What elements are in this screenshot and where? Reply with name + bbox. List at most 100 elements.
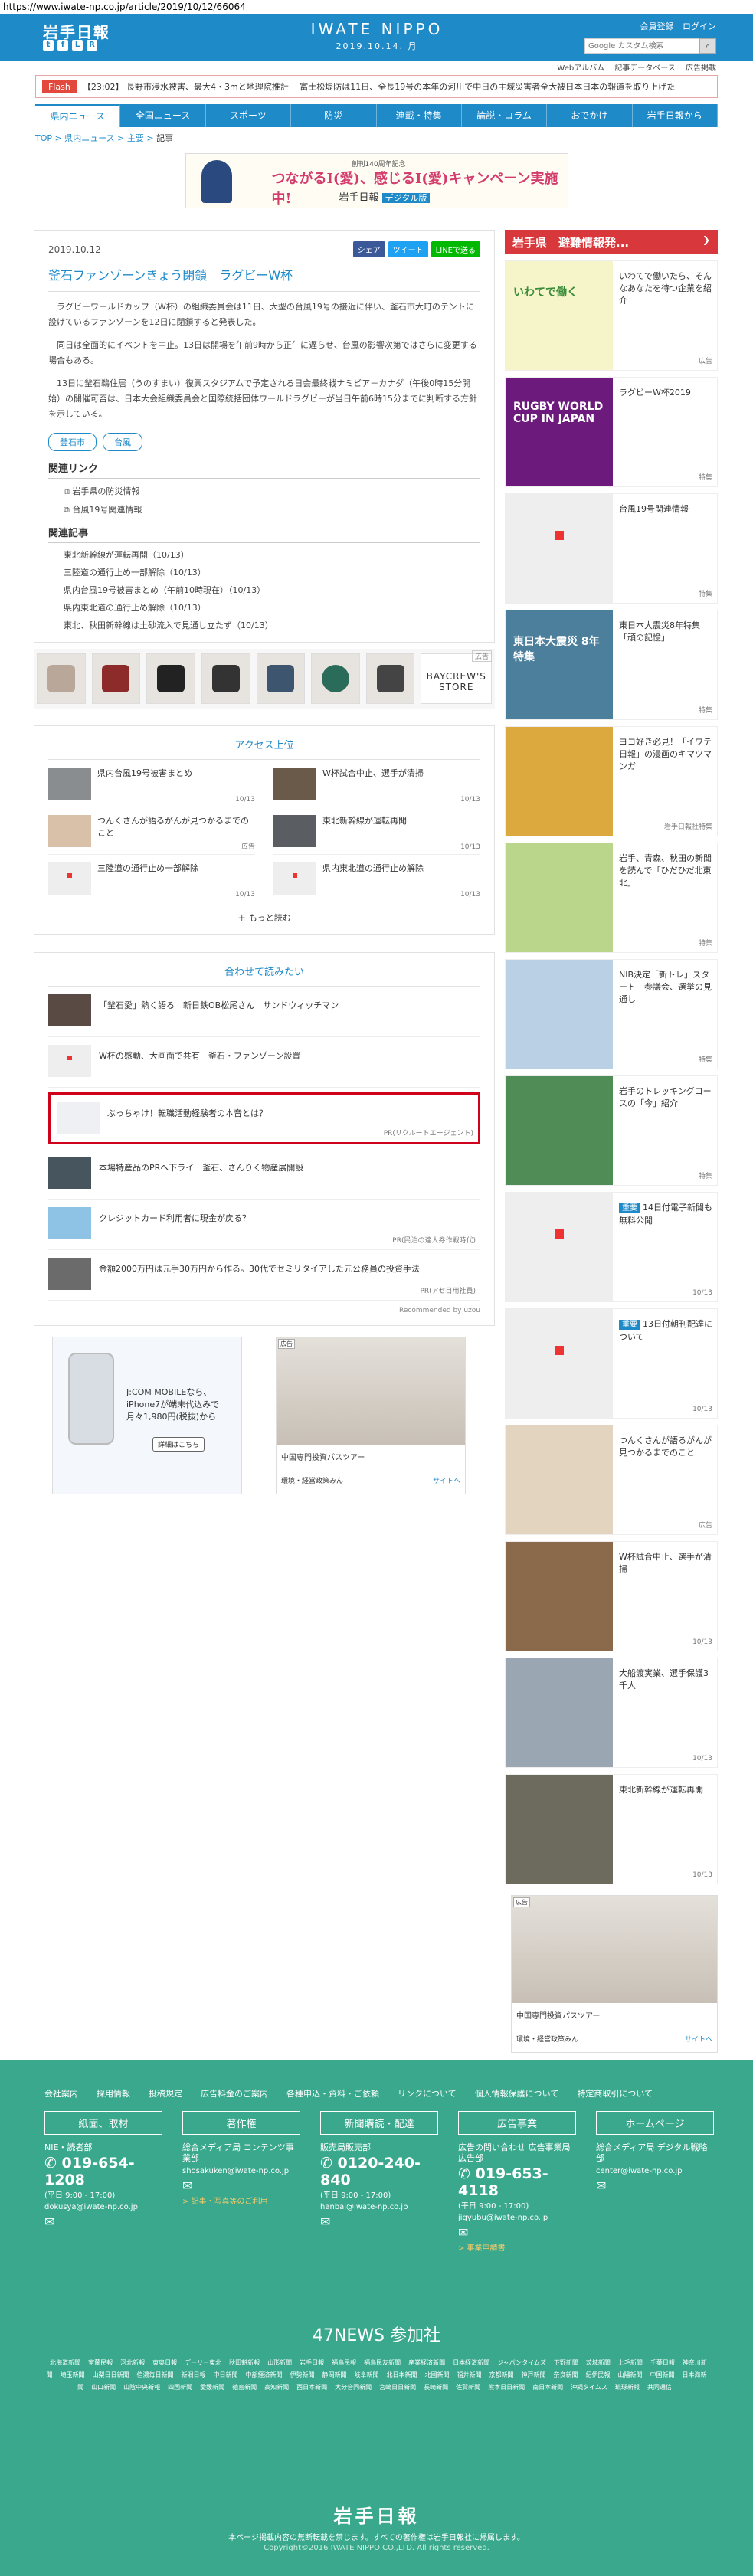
sidebar-item[interactable]: 東日本大震災 8年特集 東日本大震災8年特集「頑の記憶」 特集 [505,610,718,720]
news47-member-link[interactable]: 新潟日報 [182,2371,206,2378]
news47-member-link[interactable]: 福島民報 [332,2359,356,2366]
recommended-item[interactable]: クレジットカード利用者に現金が戻る？ PR(民泊の達人券作戦時代) [48,1200,480,1250]
contact-extra-link[interactable]: > 記事・写真等のご利用 [182,2195,300,2206]
news47-member-link[interactable]: 河北新報 [120,2359,145,2366]
product-thumb[interactable] [91,653,141,704]
news47-member-link[interactable]: 神戸新聞 [522,2371,546,2378]
sidebar-item[interactable]: NIB決定「新トレ」スタート 参議会、選挙の見通し 特集 [505,959,718,1069]
news47-member-link[interactable]: 岩手日報 [300,2359,324,2366]
twitter-icon[interactable]: t [43,40,54,51]
news47-member-link[interactable]: 琉球新報 [615,2384,640,2391]
mail-icon[interactable]: ✉ [458,2225,576,2240]
login-link[interactable]: ログイン [683,21,716,31]
ranking-item[interactable]: 県内東北道の通行止め解除 10/13 [273,855,480,902]
crumb-local[interactable]: 県内ニュース [64,133,114,143]
news47-member-link[interactable]: 愛媛新聞 [200,2384,224,2391]
sidebar-item[interactable]: ヨコ好き必見！「イワテ日報」の漫画のキマツマンガ 岩手日報社特集 [505,726,718,836]
contact-phone[interactable]: ✆ 019-654-1208 [44,2155,162,2188]
twitter-share-button[interactable]: ツイート [388,241,428,257]
news47-member-link[interactable]: 徳島新聞 [232,2384,257,2391]
jcom-detail-button[interactable]: 詳細はこちら [152,1437,205,1452]
contact-email[interactable]: shosakuken@iwate-np.co.jp [182,2167,300,2175]
product-thumb[interactable] [37,653,86,704]
news47-member-link[interactable]: 長崎新聞 [424,2384,448,2391]
recommended-item[interactable]: 「釜石愛」熱く語る 新日鉄OB松尾さん サンドウィッチマン [48,987,480,1037]
news47-member-link[interactable]: 秋田魁新報 [229,2359,260,2366]
news47-member-link[interactable]: 中日新聞 [214,2371,238,2378]
facebook-share-button[interactable]: シェア [352,241,385,257]
recommended-item-highlighted[interactable]: ぶっちゃけ！転職活動経験者の本音とは？ PR(リクルートエージェント) [48,1092,480,1144]
site-logo[interactable]: 岩手日報 [43,20,110,42]
product-thumb[interactable] [365,653,415,704]
sidebar-item[interactable]: つんくさんが語るがんが見つかるまでのこと 広告 [505,1425,718,1535]
recommended-item[interactable]: 本場特産品のPRへ下ライ 釜石、さんりく物産展開設 [48,1149,480,1200]
news47-member-link[interactable]: 日本経済新聞 [453,2359,489,2366]
footer-link[interactable]: 投稿規定 [149,2089,182,2099]
sidebar-item[interactable]: 大船渡実業、選手保護3千人 10/13 [505,1658,718,1768]
news47-member-link[interactable]: 宮崎日日新聞 [379,2384,416,2391]
news47-member-link[interactable]: 沖縄タイムス [571,2384,607,2391]
sidebar-item[interactable]: RUGBY WORLD CUP IN JAPAN ラグビーW杯2019 特集 [505,377,718,487]
tag-kamaishi[interactable]: 釜石市 [48,433,97,451]
sidebar-item[interactable]: 岩手、青森、秋田の新聞を読んで「ひだひだ北東北」 特集 [505,843,718,953]
related-link[interactable]: 台風19号関連情報 [64,503,480,516]
news47-member-link[interactable]: 高知新聞 [264,2384,289,2391]
mail-icon[interactable]: ✉ [182,2178,300,2193]
contact-phone[interactable]: ✆ 0120-240-840 [320,2155,438,2188]
nav-sports[interactable]: スポーツ [206,104,292,127]
flash-text[interactable]: 【23:02】 長野市浸水被害、最大4・3mと地理院推計 富士松堤防は11日、全… [83,80,675,93]
product-thumb[interactable] [146,653,195,704]
news47-member-link[interactable]: 中国新聞 [650,2371,675,2378]
nav-features[interactable]: 連載・特集 [377,104,462,127]
news47-member-link[interactable]: 山陰中央新報 [123,2384,160,2391]
news47-member-link[interactable]: デーリー東北 [185,2359,221,2366]
product-thumb[interactable] [201,653,250,704]
footer-link[interactable]: 採用情報 [97,2089,130,2099]
news47-member-link[interactable]: 京都新聞 [489,2371,514,2378]
ranking-item[interactable]: W杯試合中止、選手が清掃 10/13 [273,760,480,807]
recommended-item[interactable]: 金額2000万円は元手30万円から作る。30代でセミリタイアした元公務員の投資手… [48,1250,480,1301]
ad-link[interactable]: 広告掲載 [686,64,716,73]
crumb-top[interactable]: TOP [35,133,52,143]
sidebar-item[interactable]: W杯試合中止、選手が清掃 10/13 [505,1541,718,1651]
mail-icon[interactable]: ✉ [320,2214,438,2229]
address-bar[interactable]: https://www.iwate-np.co.jp/article/2019/… [0,0,753,14]
sidebar-item[interactable]: いわてで働く いわてで働いたら、そんなあなたを待つ企業を紹介 広告 [505,260,718,371]
nav-columns[interactable]: 論説・コラム [462,104,548,127]
recommended-by[interactable]: Recommended by uzou [48,1307,480,1314]
news47-member-link[interactable]: 東奥日報 [152,2359,177,2366]
facebook-icon[interactable]: f [57,40,68,51]
news47-member-link[interactable]: 山口新聞 [91,2384,116,2391]
news47-member-link[interactable]: 北海道新聞 [50,2359,80,2366]
contact-extra-link[interactable]: > 事業申請書 [458,2241,576,2253]
sidebar-item[interactable]: 岩手のトレッキングコースの「今」紹介 特集 [505,1075,718,1186]
news47-member-link[interactable]: 熊本日日新聞 [488,2384,525,2391]
ranking-item[interactable]: 東北新幹線が運転再開 10/13 [273,807,480,855]
tag-typhoon[interactable]: 台風 [103,433,142,451]
sidebar-item[interactable]: 重要 13日付朝刊配達について 10/13 [505,1308,718,1419]
news47-member-link[interactable]: 岐阜新聞 [355,2371,379,2378]
news47-member-link[interactable]: 紀伊民報 [586,2371,611,2378]
flash-news-bar[interactable]: Flash 【23:02】 長野市浸水被害、最大4・3mと地理院推計 富士松堤防… [35,75,718,98]
footer-link[interactable]: リンクについて [398,2089,457,2099]
news47-member-link[interactable]: 千葉日報 [650,2359,675,2366]
footer-logo[interactable]: 岩手日報 [0,2501,753,2528]
mail-icon[interactable]: ✉ [44,2214,162,2229]
sidebar-item[interactable]: 重要 14日付電子新聞も無料公開 10/13 [505,1192,718,1302]
news47-member-link[interactable]: 北日本新聞 [387,2371,417,2378]
nav-local-news[interactable]: 県内ニュース [35,104,121,127]
news47-member-link[interactable]: 共同通信 [647,2384,672,2391]
news47-member-link[interactable]: 奈良新聞 [554,2371,578,2378]
contact-email[interactable]: hanbai@iwate-np.co.jp [320,2203,438,2211]
footer-link[interactable]: 会社案内 [44,2089,78,2099]
search-input[interactable] [584,38,699,54]
footer-link[interactable]: 各種申込・資料・ご依頼 [286,2089,379,2099]
line-share-button[interactable]: LINEで送る [431,241,480,257]
news47-member-link[interactable]: 茨城新聞 [586,2359,611,2366]
evacuation-info-banner[interactable]: 岩手県 避難情報発... [505,230,718,254]
related-article-link[interactable]: 東北、秋田新幹線は土砂流入で見通し立たず（10/13） [64,619,480,631]
sidebar-item[interactable]: 台風19号関連情報 特集 [505,493,718,604]
product-thumb[interactable] [311,653,360,704]
web-album-link[interactable]: Webアルバム [557,64,604,73]
related-article-link[interactable]: 県内台風19号被害まとめ（午前10時現在）（10/13） [64,584,480,596]
